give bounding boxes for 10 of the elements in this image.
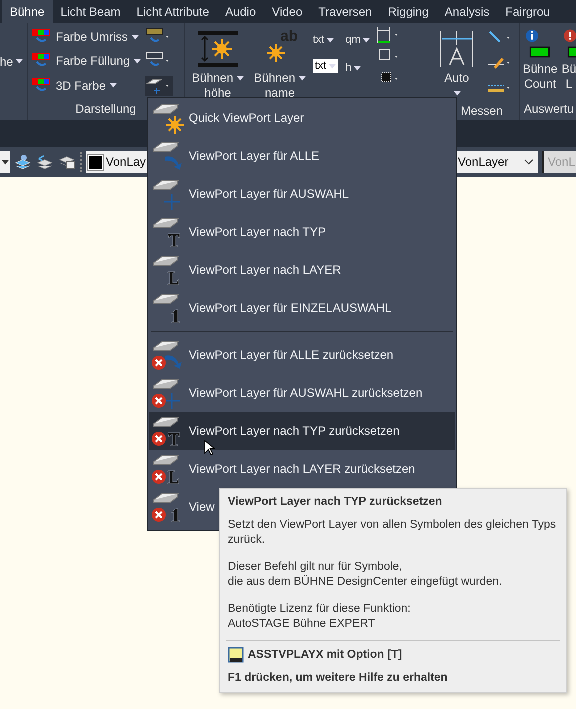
panel-title: Messen — [460, 102, 504, 120]
command-name: ASSTVPLAYX mit Option [T] — [248, 648, 402, 662]
tooltip-title: ViewPort Layer nach TYP zurücksetzen — [228, 495, 444, 510]
tooltip-text: Dieser Befehl gilt nur für Symbole, die aus dem BÜHNE DesignCenter eingefügt wurden. — [228, 560, 504, 590]
help-hint: F1 drücken, um weitere Hilfe zu erhalten — [228, 671, 449, 686]
panel-title: Darstellung — [74, 101, 138, 118]
tooltip-text: Benötigte Lizenz für diese Funktion: AutoSTAGE Bühne EXPERT — [228, 602, 412, 632]
tooltip-text: Setzt den ViewPort Layer von allen Symbolen des gleichen Typs zurück. — [228, 518, 558, 548]
panel-title: Auswertu — [523, 101, 575, 118]
lineweight-combo: VonL — [542, 151, 576, 173]
